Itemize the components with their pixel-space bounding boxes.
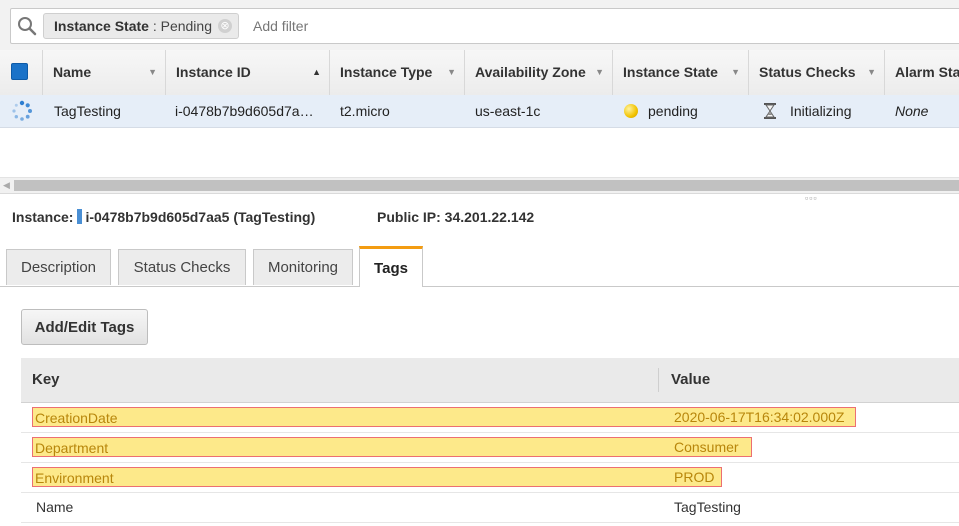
cell-instance-type: t2.micro [340, 103, 390, 119]
instance-label: Instance: [12, 209, 74, 225]
cell-instance-id: i-0478b7b9d605d7a… [175, 103, 314, 119]
tags-header-key: Key [32, 371, 60, 388]
column-header-instance-id[interactable]: Instance ID ▲ [166, 50, 330, 95]
filter-bar: Instance State : Pending ⊗ [0, 0, 959, 51]
grid-empty-area [0, 128, 959, 176]
filter-token-instance-state[interactable]: Instance State : Pending ⊗ [43, 13, 239, 39]
filter-token-key: Instance State [54, 18, 149, 34]
column-header-instance-state[interactable]: Instance State ▼ [613, 50, 749, 95]
tag-value-highlighted: PROD [674, 469, 715, 485]
tag-key-highlighted: Department [32, 437, 752, 457]
sort-arrow-icon[interactable]: ▼ [447, 50, 456, 95]
add-filter-input[interactable] [251, 12, 555, 40]
instances-grid-header: Name ▼ Instance ID ▲ Instance Type ▼ Ava… [0, 50, 959, 96]
remove-filter-icon[interactable]: ⊗ [218, 19, 232, 33]
table-row: Name TagTesting [21, 492, 959, 523]
tag-value-highlighted: Consumer [674, 439, 739, 455]
column-header-status-checks[interactable]: Status Checks ▼ [749, 50, 885, 95]
cell-alarm-status: None [895, 103, 929, 119]
column-header-label: Availability Zone [475, 64, 586, 80]
select-all-cell[interactable] [0, 50, 43, 95]
instance-marker [77, 209, 83, 224]
add-edit-tags-button[interactable]: Add/Edit Tags [21, 309, 148, 345]
sort-arrow-icon[interactable]: ▲ [312, 50, 321, 95]
details-tabs: Description Status Checks Monitoring Tag… [0, 246, 959, 287]
sort-arrow-icon[interactable]: ▼ [595, 50, 604, 95]
filter-token-value: : Pending [148, 18, 212, 34]
select-all-checkbox[interactable] [11, 63, 28, 80]
column-header-alarm-status[interactable]: Alarm Sta [885, 50, 959, 95]
tag-value-highlighted: 2020-06-17T16:34:02.000Z [674, 409, 845, 425]
scroll-left-arrow-icon[interactable]: ◀ [3, 180, 10, 191]
scrollbar-thumb[interactable] [14, 180, 959, 191]
filter-box[interactable]: Instance State : Pending ⊗ [10, 8, 959, 44]
column-header-instance-type[interactable]: Instance Type ▼ [330, 50, 465, 95]
tab-status-checks[interactable]: Status Checks [118, 249, 246, 285]
column-header-label: Instance Type [340, 64, 433, 80]
sort-arrow-icon[interactable]: ▼ [148, 50, 157, 95]
cell-status-checks: Initializing [764, 95, 884, 127]
column-header-label: Status Checks [759, 64, 856, 80]
cell-instance-state: pending [624, 95, 744, 127]
column-header-label: Name [53, 64, 92, 80]
pane-splitter[interactable]: ▫▫▫ [0, 193, 959, 203]
column-header-label: Alarm Sta [895, 64, 959, 80]
header-divider [658, 368, 659, 392]
sort-arrow-icon[interactable]: ▼ [867, 50, 876, 95]
tags-table-header: Key Value [21, 358, 959, 403]
table-row: Department Consumer [21, 432, 959, 463]
cell-availability-zone: us-east-1c [475, 103, 541, 119]
pending-status-dot-icon [624, 104, 638, 118]
tab-tags[interactable]: Tags [359, 246, 423, 287]
column-header-availability-zone[interactable]: Availability Zone ▼ [465, 50, 613, 95]
column-header-name[interactable]: Name ▼ [43, 50, 166, 95]
tag-key-highlighted: Environment [32, 467, 722, 487]
loading-spinner-icon [11, 100, 33, 122]
tab-monitoring[interactable]: Monitoring [253, 249, 353, 285]
tag-value: TagTesting [674, 499, 741, 515]
instance-id-value: i-0478b7b9d605d7aa5 (TagTesting) [85, 209, 316, 225]
tag-key: Name [36, 499, 74, 515]
status-checks-text: Initializing [790, 103, 852, 119]
table-row: CreationDate 2020-06-17T16:34:02.000Z [21, 402, 959, 433]
sort-arrow-icon[interactable]: ▼ [731, 50, 740, 95]
table-row: Environment PROD [21, 462, 959, 493]
column-header-label: Instance ID [176, 64, 251, 80]
tags-header-value: Value [671, 371, 711, 388]
splitter-grip-icon[interactable]: ▫▫▫ [805, 194, 818, 203]
cell-name: TagTesting [54, 103, 121, 119]
public-ip: Public IP: 34.201.22.142 [377, 209, 535, 225]
table-row[interactable]: TagTesting i-0478b7b9d605d7a… t2.micro u… [0, 95, 959, 128]
column-header-label: Instance State [623, 64, 718, 80]
horizontal-scrollbar[interactable]: ◀ [0, 177, 959, 194]
hourglass-icon [764, 98, 776, 119]
instance-summary: Instance: i-0478b7b9d605d7aa5 (TagTesting… [12, 207, 315, 227]
instance-state-text: pending [648, 103, 698, 119]
tab-description[interactable]: Description [6, 249, 111, 285]
search-icon[interactable] [17, 16, 37, 36]
